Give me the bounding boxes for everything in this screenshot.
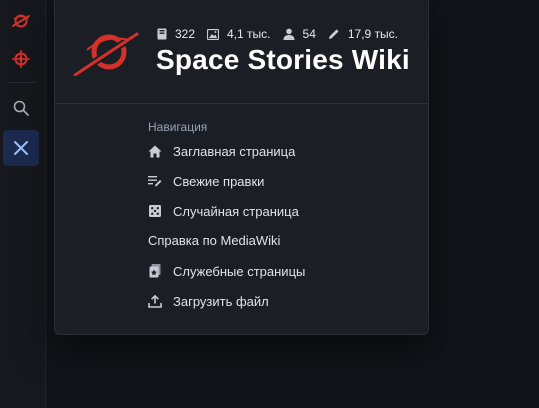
close-menu-button[interactable] xyxy=(3,130,39,166)
recent-changes-icon xyxy=(148,176,162,187)
nav-item-special-pages[interactable]: Служебные страницы xyxy=(148,256,305,286)
sidebar-rail xyxy=(0,0,46,408)
stat-articles[interactable]: 322 xyxy=(157,27,195,41)
nav-item-label: Свежие правки xyxy=(173,173,265,189)
site-stats: 322 4,1 тыс. 54 17,9 тыс. xyxy=(157,27,410,41)
stat-files-value: 4,1 тыс. xyxy=(227,27,271,41)
stat-edits[interactable]: 17,9 тыс. xyxy=(328,27,398,41)
stat-files[interactable]: 4,1 тыс. xyxy=(207,27,271,41)
site-title[interactable]: Space Stories Wiki xyxy=(156,44,410,76)
upload-icon xyxy=(148,294,162,308)
nav-item-random-page[interactable]: Случайная страница xyxy=(148,196,305,226)
explore-button[interactable] xyxy=(3,41,39,77)
book-icon xyxy=(157,28,167,40)
special-pages-icon xyxy=(149,264,161,278)
nav-item-label: Случайная страница xyxy=(173,203,299,219)
search-button[interactable] xyxy=(3,90,39,126)
site-menu-panel: 322 4,1 тыс. 54 17,9 тыс. Space Stories … xyxy=(54,0,429,335)
user-icon xyxy=(283,28,295,40)
nav-item-recent-changes[interactable]: Свежие правки xyxy=(148,166,305,196)
panel-header: 322 4,1 тыс. 54 17,9 тыс. Space Stories … xyxy=(55,0,428,104)
stat-articles-value: 322 xyxy=(175,27,196,41)
home-icon xyxy=(148,145,162,157)
nav-item-label: Загрузить файл xyxy=(173,293,269,309)
compass-icon xyxy=(12,50,30,68)
stat-users[interactable]: 54 xyxy=(283,27,316,41)
stat-users-value: 54 xyxy=(302,27,316,41)
search-icon xyxy=(13,100,29,116)
nav-heading: Навигация xyxy=(148,120,208,134)
close-icon xyxy=(14,141,28,155)
dice-icon xyxy=(149,205,161,217)
space-stories-logo[interactable] xyxy=(73,30,139,76)
nav-item-label: Служебные страницы xyxy=(173,263,306,279)
rail-divider xyxy=(8,82,36,83)
mediawiki-help-link[interactable]: Справка по MediaWiki xyxy=(148,226,305,256)
navigation-menu: Навигация Заглавная страница Свежие прав… xyxy=(148,118,305,316)
pencil-icon xyxy=(328,29,339,39)
stat-edits-value: 17,9 тыс. xyxy=(347,27,399,41)
nav-item-upload-file[interactable]: Загрузить файл xyxy=(148,286,305,316)
nav-item-label: Заглавная страница xyxy=(173,143,296,159)
site-logo-icon xyxy=(12,14,30,28)
image-icon xyxy=(207,28,220,40)
nav-item-main-page[interactable]: Заглавная страница xyxy=(148,136,305,166)
home-logo-button[interactable] xyxy=(3,3,39,39)
